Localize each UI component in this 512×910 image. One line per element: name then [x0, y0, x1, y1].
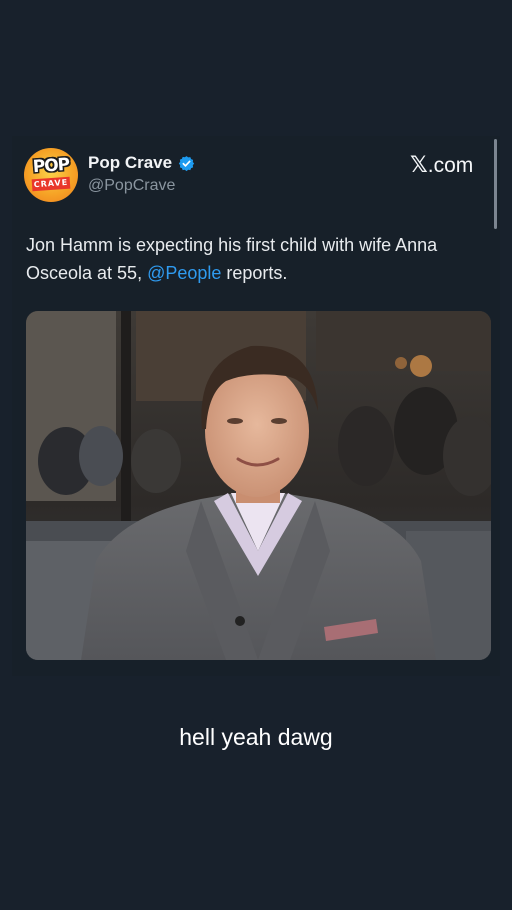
mention-link[interactable]: @People [147, 263, 221, 283]
handle[interactable]: @PopCrave [88, 177, 175, 195]
avatar-logo-crave: CRAVE [31, 176, 71, 192]
x-com-source: 𝕏.com [410, 153, 473, 178]
display-name[interactable]: Pop Crave [88, 153, 172, 173]
caption-text: hell yeah dawg [179, 724, 333, 750]
tweet-text: Jon Hamm is expecting his first child wi… [26, 231, 476, 287]
photo-of-man-in-grey-suit [26, 311, 491, 660]
avatar-logo-pop: POP [32, 154, 70, 178]
scroll-indicator[interactable] [494, 139, 497, 229]
verified-badge-icon [178, 156, 195, 172]
x-logo-icon: 𝕏 [410, 153, 428, 178]
avatar[interactable]: POP CRAVE [24, 148, 78, 202]
tweet-text-end: reports. [221, 263, 288, 283]
tweet-photo[interactable] [26, 311, 491, 660]
screenshot-page: POP CRAVE Pop Crave @PopCrave 𝕏.com Jon … [0, 0, 512, 910]
source-domain: .com [427, 154, 474, 177]
